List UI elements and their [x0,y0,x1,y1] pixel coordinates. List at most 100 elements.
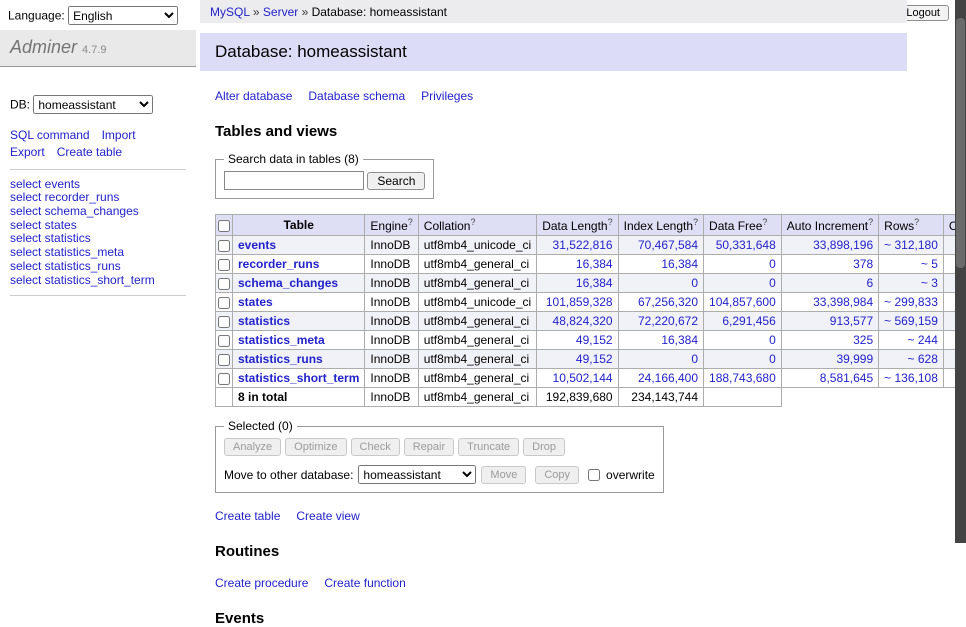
sidebar-action-link[interactable]: Export [10,145,45,159]
auto-increment-cell-link[interactable]: 8,581,645 [820,371,873,385]
repair-button[interactable]: Repair [404,438,454,456]
column-header-auto-increment[interactable]: Auto Increment? [781,215,878,236]
auto-increment-cell-link[interactable]: 33,898,196 [813,238,873,252]
data-free-cell-link[interactable]: 104,857,600 [709,295,776,309]
auto-increment-cell-link[interactable]: 6 [866,276,873,290]
table-name-link[interactable]: recorder_runs [238,257,319,271]
column-header-rows[interactable]: Rows? [879,215,944,236]
overwrite-checkbox[interactable] [588,469,600,481]
sidebar-table-link[interactable]: select events [10,177,186,191]
column-header-data-free[interactable]: Data Free? [704,215,782,236]
table-name-link[interactable]: states [238,295,273,309]
data-length-cell-link[interactable]: 16,384 [576,276,613,290]
column-header-table[interactable]: Table [233,215,365,236]
index-length-cell-link[interactable]: 16,384 [661,333,698,347]
vertical-scrollbar[interactable] [955,0,966,543]
data-free-cell-link[interactable]: 6,291,456 [722,314,775,328]
index-length-cell-link[interactable]: 0 [691,276,698,290]
index-length-cell-link[interactable]: 67,256,320 [638,295,698,309]
sidebar-table-link[interactable]: select statistics_meta [10,246,186,260]
scrollbar-thumb[interactable] [956,18,965,268]
sidebar-table-link[interactable]: select statistics [10,232,186,246]
check-button[interactable]: Check [351,438,400,456]
sidebar-table-link[interactable]: select schema_changes [10,204,186,218]
sidebar-action-link[interactable]: SQL command [10,128,90,142]
analyze-button[interactable]: Analyze [224,438,281,456]
truncate-button[interactable]: Truncate [458,438,519,456]
row-checkbox[interactable] [218,278,230,290]
sidebar-table-link[interactable]: select statistics_short_term [10,273,186,287]
auto-increment-cell-link[interactable]: 325 [853,333,873,347]
db-action-link[interactable]: Database schema [308,89,405,103]
table-name-link[interactable]: events [238,238,276,252]
search-input[interactable] [224,171,364,190]
rows-cell-link[interactable]: ~ 244 [908,333,938,347]
rows-cell-link[interactable]: ~ 3 [921,276,938,290]
rows-cell-link[interactable]: ~ 299,833 [884,295,938,309]
data-length-cell-link[interactable]: 49,152 [576,333,613,347]
adminer-logo[interactable]: Adminer [10,37,77,57]
search-button[interactable]: Search [367,172,425,190]
index-length-cell-link[interactable]: 24,166,400 [638,371,698,385]
data-free-cell-link[interactable]: 0 [769,276,776,290]
routine-link[interactable]: Create procedure [215,576,308,590]
data-free-cell-link[interactable]: 0 [769,352,776,366]
table-name-link[interactable]: statistics_runs [238,352,323,366]
index-length-cell-link[interactable]: 72,220,672 [638,314,698,328]
row-checkbox[interactable] [218,335,230,347]
column-header-engine[interactable]: Engine? [365,215,418,236]
help-icon[interactable]: ? [914,217,919,227]
data-length-cell-link[interactable]: 31,522,816 [553,238,613,252]
sidebar-action-link[interactable]: Import [102,128,136,142]
auto-increment-cell-link[interactable]: 39,999 [836,352,873,366]
row-checkbox[interactable] [218,240,230,252]
column-header-index-length[interactable]: Index Length? [618,215,703,236]
help-icon[interactable]: ? [693,217,698,227]
index-length-cell-link[interactable]: 16,384 [661,257,698,271]
help-icon[interactable]: ? [762,217,767,227]
breadcrumb-link[interactable]: Server [263,5,298,19]
sidebar-table-link[interactable]: select statistics_runs [10,259,186,273]
select-all-checkbox[interactable] [218,220,230,232]
help-icon[interactable]: ? [868,217,873,227]
data-free-cell-link[interactable]: 50,331,648 [716,238,776,252]
data-length-cell-link[interactable]: 16,384 [576,257,613,271]
auto-increment-cell-link[interactable]: 33,398,984 [813,295,873,309]
rows-cell-link[interactable]: ~ 569,159 [884,314,938,328]
optimize-button[interactable]: Optimize [285,438,346,456]
rows-cell-link[interactable]: ~ 312,180 [884,238,938,252]
help-icon[interactable]: ? [608,217,613,227]
move-database-select[interactable]: homeassistant [358,465,476,484]
index-length-cell-link[interactable]: 70,467,584 [638,238,698,252]
create-link[interactable]: Create table [215,509,280,523]
row-checkbox[interactable] [218,373,230,385]
rows-cell-link[interactable]: ~ 136,108 [884,371,938,385]
routine-link[interactable]: Create function [324,576,405,590]
move-button[interactable]: Move [481,466,526,484]
data-free-cell-link[interactable]: 0 [769,333,776,347]
auto-increment-cell-link[interactable]: 913,577 [830,314,873,328]
column-header-collation[interactable]: Collation? [418,215,536,236]
index-length-cell-link[interactable]: 0 [691,352,698,366]
data-length-cell-link[interactable]: 49,152 [576,352,613,366]
data-free-cell-link[interactable]: 188,743,680 [709,371,776,385]
row-checkbox[interactable] [218,316,230,328]
breadcrumb-link[interactable]: MySQL [210,5,250,19]
row-checkbox[interactable] [218,297,230,309]
language-select[interactable]: English [68,6,178,25]
table-name-link[interactable]: statistics [238,314,290,328]
help-icon[interactable]: ? [408,217,413,227]
column-header-data-length[interactable]: Data Length? [537,215,618,236]
data-length-cell-link[interactable]: 10,502,144 [553,371,613,385]
sidebar-action-link[interactable]: Create table [57,145,122,159]
rows-cell-link[interactable]: ~ 5 [921,257,938,271]
create-link[interactable]: Create view [296,509,359,523]
data-length-cell-link[interactable]: 48,824,320 [553,314,613,328]
row-checkbox[interactable] [218,259,230,271]
sidebar-table-link[interactable]: select recorder_runs [10,191,186,205]
drop-button[interactable]: Drop [523,438,565,456]
db-action-link[interactable]: Privileges [421,89,473,103]
table-name-link[interactable]: statistics_short_term [238,371,359,385]
db-action-link[interactable]: Alter database [215,89,292,103]
table-name-link[interactable]: schema_changes [238,276,338,290]
